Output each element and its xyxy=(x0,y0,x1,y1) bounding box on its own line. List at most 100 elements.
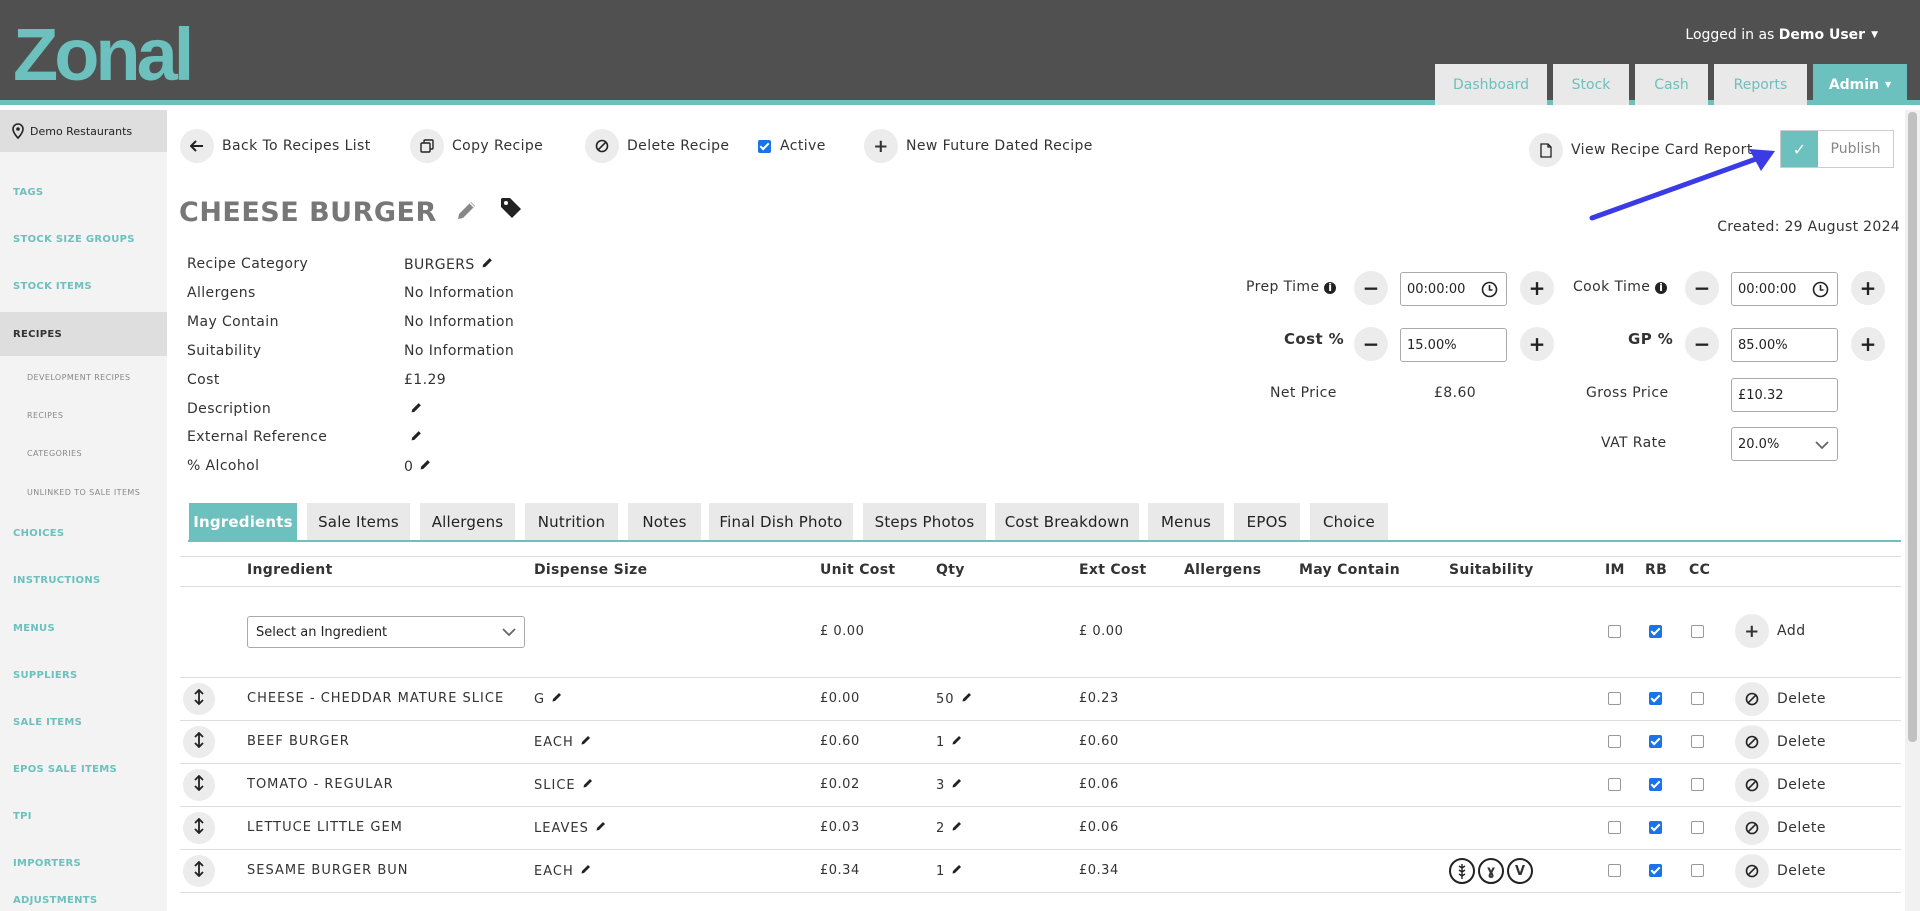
row-im-checkbox[interactable] xyxy=(1608,692,1621,705)
tab-cost-breakdown[interactable]: Cost Breakdown xyxy=(995,503,1139,540)
back-to-recipes-button[interactable]: Back To Recipes List xyxy=(180,128,371,164)
prep-time-plus-button[interactable]: + xyxy=(1520,271,1554,305)
vat-rate-select[interactable]: 20.0% xyxy=(1731,427,1838,461)
pencil-icon[interactable] xyxy=(580,863,592,879)
active-toggle[interactable]: Active xyxy=(758,128,826,164)
gp-percent-minus-button[interactable]: − xyxy=(1685,327,1719,361)
active-checkbox[interactable] xyxy=(758,139,771,153)
tab-steps-photos[interactable]: Steps Photos xyxy=(863,503,986,540)
sidebar-sub-categories[interactable]: CATEGORIES xyxy=(0,438,167,468)
row-im-checkbox[interactable] xyxy=(1608,864,1621,877)
row-cc-checkbox[interactable] xyxy=(1691,735,1704,748)
sidebar-sub-recipes[interactable]: RECIPES xyxy=(0,400,167,430)
new-row-cc-checkbox[interactable] xyxy=(1691,625,1704,638)
pencil-icon[interactable] xyxy=(551,691,563,707)
sidebar-item-stock-size-groups[interactable]: STOCK SIZE GROUPS xyxy=(0,217,167,261)
row-drag-handle[interactable] xyxy=(183,726,215,758)
delete-ingredient-button[interactable]: Delete xyxy=(1735,725,1826,759)
delete-ingredient-button[interactable]: Delete xyxy=(1735,854,1826,888)
cook-time-minus-button[interactable]: − xyxy=(1685,271,1719,305)
nav-cash[interactable]: Cash xyxy=(1635,64,1708,105)
ingredient-select[interactable]: Select an Ingredient xyxy=(247,616,525,648)
sidebar-item-tpi[interactable]: TPI xyxy=(0,794,167,838)
cost-percent-plus-button[interactable]: + xyxy=(1520,327,1554,361)
delete-ingredient-button[interactable]: Delete xyxy=(1735,811,1826,845)
new-future-dated-recipe-button[interactable]: + New Future Dated Recipe xyxy=(864,128,1093,164)
pencil-icon[interactable] xyxy=(951,777,963,793)
row-rb-checkbox[interactable] xyxy=(1649,735,1662,748)
info-icon[interactable]: i xyxy=(1324,281,1337,294)
tab-choice[interactable]: Choice xyxy=(1310,503,1388,540)
pencil-icon[interactable] xyxy=(419,458,432,475)
delete-ingredient-button[interactable]: Delete xyxy=(1735,768,1826,802)
sidebar-item-importers[interactable]: IMPORTERS xyxy=(0,841,167,885)
sidebar-item-sale-items[interactable]: SALE ITEMS xyxy=(0,700,167,744)
delete-ingredient-button[interactable]: Delete xyxy=(1735,682,1826,716)
zonal-logo[interactable]: Zonal xyxy=(13,20,219,84)
nav-stock[interactable]: Stock xyxy=(1553,64,1629,105)
sidebar-item-choices[interactable]: CHOICES xyxy=(0,511,167,555)
cost-percent-input[interactable]: 15.00% xyxy=(1400,328,1507,362)
sidebar-item-instructions[interactable]: INSTRUCTIONS xyxy=(0,558,167,602)
row-rb-checkbox[interactable] xyxy=(1649,821,1662,834)
row-rb-checkbox[interactable] xyxy=(1649,778,1662,791)
row-drag-handle[interactable] xyxy=(183,855,215,887)
row-im-checkbox[interactable] xyxy=(1608,821,1621,834)
prep-time-minus-button[interactable]: − xyxy=(1354,271,1388,305)
pencil-icon[interactable] xyxy=(951,734,963,750)
row-drag-handle[interactable] xyxy=(183,683,215,715)
pencil-icon[interactable] xyxy=(580,734,592,750)
row-im-checkbox[interactable] xyxy=(1608,778,1621,791)
nav-dashboard[interactable]: Dashboard xyxy=(1435,64,1547,105)
user-menu[interactable]: Logged in as Demo User ▼ xyxy=(1685,27,1878,43)
cost-percent-minus-button[interactable]: − xyxy=(1354,327,1388,361)
row-cc-checkbox[interactable] xyxy=(1691,864,1704,877)
delete-recipe-button[interactable]: Delete Recipe xyxy=(585,128,729,164)
sidebar-item-adjustments[interactable]: ADJUSTMENTS xyxy=(0,888,167,911)
tab-ingredients[interactable]: Ingredients xyxy=(189,503,297,540)
pencil-icon[interactable] xyxy=(595,820,607,836)
sidebar-sub-unlinked[interactable]: UNLINKED TO SALE ITEMS xyxy=(0,477,167,507)
sidebar-item-recipes[interactable]: RECIPES xyxy=(0,312,167,356)
pencil-icon[interactable] xyxy=(951,863,963,879)
tag-icon[interactable] xyxy=(499,196,523,227)
gross-price-input[interactable]: £10.32 xyxy=(1731,378,1838,412)
sidebar-sub-development-recipes[interactable]: DEVELOPMENT RECIPES xyxy=(0,362,167,392)
sidebar-item-tags[interactable]: TAGS xyxy=(0,170,167,214)
row-im-checkbox[interactable] xyxy=(1608,735,1621,748)
row-rb-checkbox[interactable] xyxy=(1649,692,1662,705)
row-cc-checkbox[interactable] xyxy=(1691,692,1704,705)
info-icon[interactable]: i xyxy=(1655,281,1668,294)
row-rb-checkbox[interactable] xyxy=(1649,864,1662,877)
org-selector[interactable]: Demo Restaurants xyxy=(0,110,167,152)
tab-sale-items[interactable]: Sale Items xyxy=(307,503,410,540)
gp-percent-plus-button[interactable]: + xyxy=(1851,327,1885,361)
tab-nutrition[interactable]: Nutrition xyxy=(525,503,618,540)
add-ingredient-button[interactable]: + Add xyxy=(1735,614,1806,648)
tab-epos[interactable]: EPOS xyxy=(1234,503,1300,540)
nav-reports[interactable]: Reports xyxy=(1714,64,1807,105)
row-drag-handle[interactable] xyxy=(183,769,215,801)
publish-toggle[interactable]: ✓ Publish xyxy=(1780,130,1894,168)
row-cc-checkbox[interactable] xyxy=(1691,821,1704,834)
tab-menus[interactable]: Menus xyxy=(1148,503,1224,540)
nav-admin[interactable]: Admin ▼ xyxy=(1813,64,1907,105)
pencil-icon[interactable] xyxy=(481,256,494,273)
sidebar-item-epos-sale-items[interactable]: EPOS SALE ITEMS xyxy=(0,747,167,791)
prep-time-input[interactable]: 00:00:00 xyxy=(1400,272,1507,306)
pencil-icon[interactable] xyxy=(582,777,594,793)
pencil-icon[interactable] xyxy=(410,429,423,446)
cook-time-plus-button[interactable]: + xyxy=(1851,271,1885,305)
pencil-icon[interactable] xyxy=(961,691,973,707)
row-cc-checkbox[interactable] xyxy=(1691,778,1704,791)
sidebar-item-menus[interactable]: MENUS xyxy=(0,606,167,650)
tab-final-dish-photo[interactable]: Final Dish Photo xyxy=(709,503,853,540)
pencil-icon[interactable] xyxy=(951,820,963,836)
sidebar-item-suppliers[interactable]: SUPPLIERS xyxy=(0,653,167,697)
page-scrollbar[interactable] xyxy=(1905,110,1920,911)
cook-time-input[interactable]: 00:00:00 xyxy=(1731,272,1838,306)
pencil-icon[interactable] xyxy=(455,198,479,229)
tab-notes[interactable]: Notes xyxy=(628,503,701,540)
gp-percent-input[interactable]: 85.00% xyxy=(1731,328,1838,362)
pencil-icon[interactable] xyxy=(410,401,423,418)
